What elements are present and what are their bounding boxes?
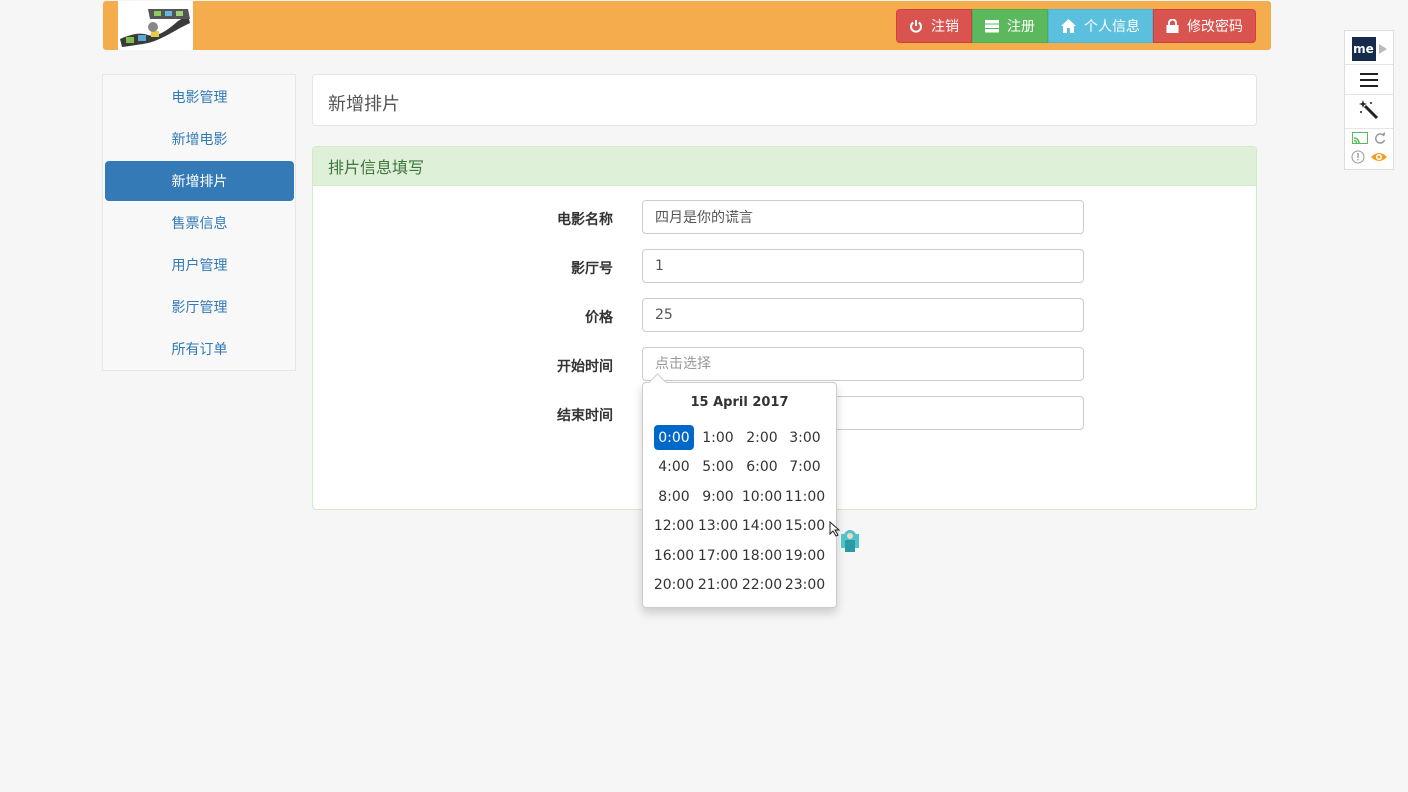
register-label: 注册 xyxy=(1007,19,1035,35)
hour-option[interactable]: 13:00 xyxy=(698,513,738,538)
cursor-mascot-icon xyxy=(829,520,859,552)
profile-button[interactable]: 个人信息 xyxy=(1048,9,1153,43)
lock-icon xyxy=(1166,19,1179,33)
sidebar-item-user-management[interactable]: 用户管理 xyxy=(105,245,294,285)
hour-option[interactable]: 23:00 xyxy=(785,572,825,597)
refresh-icon[interactable] xyxy=(1374,132,1386,144)
hour-option[interactable]: 20:00 xyxy=(654,572,694,597)
hour-option[interactable]: 14:00 xyxy=(742,513,782,538)
register-button[interactable]: 注册 xyxy=(972,9,1048,43)
hall-number-label: 影厅号 xyxy=(571,261,613,277)
site-logo[interactable] xyxy=(118,1,193,50)
hour-option[interactable]: 10:00 xyxy=(742,484,782,509)
sidebar-item-add-schedule[interactable]: 新增排片 xyxy=(105,161,294,201)
eye-icon[interactable] xyxy=(1371,151,1387,163)
start-time-input[interactable] xyxy=(642,347,1084,381)
hour-option[interactable]: 7:00 xyxy=(785,454,825,479)
hall-number-input[interactable] xyxy=(642,249,1084,283)
info-eye-row xyxy=(1345,148,1393,166)
top-navbar: 注销 注册 个人信息 修改密码 xyxy=(103,1,1271,50)
logout-label: 注销 xyxy=(931,19,959,35)
hour-option[interactable]: 9:00 xyxy=(698,484,738,509)
logout-button[interactable]: 注销 xyxy=(896,9,972,43)
hour-option[interactable]: 18:00 xyxy=(742,543,782,568)
datetime-picker: 15 April 2017 0:00 1:00 2:00 3:00 4:00 5:00 6:… xyxy=(642,373,837,608)
hour-option[interactable]: 5:00 xyxy=(698,454,738,479)
me-badge-row[interactable]: me xyxy=(1345,36,1393,62)
hour-option[interactable]: 0:00 xyxy=(654,425,694,450)
hour-option[interactable]: 21:00 xyxy=(698,572,738,597)
sidebar-item-ticket-info[interactable]: 售票信息 xyxy=(105,203,294,243)
change-password-label: 修改密码 xyxy=(1187,19,1243,35)
expand-arrow-icon xyxy=(1378,44,1387,54)
hour-option[interactable]: 6:00 xyxy=(742,454,782,479)
me-badge-icon: me xyxy=(1351,37,1376,61)
magic-wand-button[interactable] xyxy=(1345,94,1393,125)
page-title-panel: 新增排片 xyxy=(312,74,1257,126)
price-input[interactable] xyxy=(642,298,1084,332)
hour-option[interactable]: 19:00 xyxy=(785,543,825,568)
cast-refresh-row xyxy=(1345,128,1393,147)
hour-option[interactable]: 1:00 xyxy=(698,425,738,450)
hour-option[interactable]: 16:00 xyxy=(654,543,694,568)
profile-label: 个人信息 xyxy=(1084,19,1140,35)
hour-option[interactable]: 2:00 xyxy=(742,425,782,450)
hour-option[interactable]: 12:00 xyxy=(654,513,694,538)
start-time-label: 开始时间 xyxy=(557,359,613,375)
navbar-button-group: 注销 注册 个人信息 修改密码 xyxy=(896,9,1256,43)
sidebar-item-all-orders[interactable]: 所有订单 xyxy=(105,329,294,369)
form-heading: 排片信息填写 xyxy=(313,147,1256,186)
sidebar-item-add-movie[interactable]: 新增电影 xyxy=(105,119,294,159)
menu-icon xyxy=(1360,73,1378,87)
sidebar-item-hall-management[interactable]: 影厅管理 xyxy=(105,287,294,327)
change-password-button[interactable]: 修改密码 xyxy=(1153,9,1256,43)
movie-name-input[interactable] xyxy=(642,200,1084,234)
hour-option[interactable]: 8:00 xyxy=(654,484,694,509)
picker-date-title[interactable]: 15 April 2017 xyxy=(643,395,836,410)
power-icon xyxy=(910,20,922,33)
movie-name-label: 电影名称 xyxy=(557,212,613,228)
price-label: 价格 xyxy=(585,310,613,326)
hour-option[interactable]: 22:00 xyxy=(742,572,782,597)
magic-wand-icon xyxy=(1359,100,1379,120)
home-icon xyxy=(1061,19,1076,33)
end-time-label: 结束时间 xyxy=(557,408,613,424)
hour-option[interactable]: 11:00 xyxy=(785,484,825,509)
sidebar-item-movie-management[interactable]: 电影管理 xyxy=(105,77,294,117)
extension-toolbar: me xyxy=(1344,30,1394,170)
cast-icon[interactable] xyxy=(1352,132,1368,144)
info-icon[interactable] xyxy=(1351,150,1365,164)
sidebar-nav: 电影管理 新增电影 新增排片 售票信息 用户管理 影厅管理 所有订单 xyxy=(102,74,296,371)
menu-button[interactable] xyxy=(1345,64,1393,95)
hour-option[interactable]: 3:00 xyxy=(785,425,825,450)
hour-option[interactable]: 15:00 xyxy=(785,513,825,538)
hour-option[interactable]: 17:00 xyxy=(698,543,738,568)
hour-option[interactable]: 4:00 xyxy=(654,454,694,479)
server-icon xyxy=(985,20,999,33)
page-title: 新增排片 xyxy=(328,94,400,115)
